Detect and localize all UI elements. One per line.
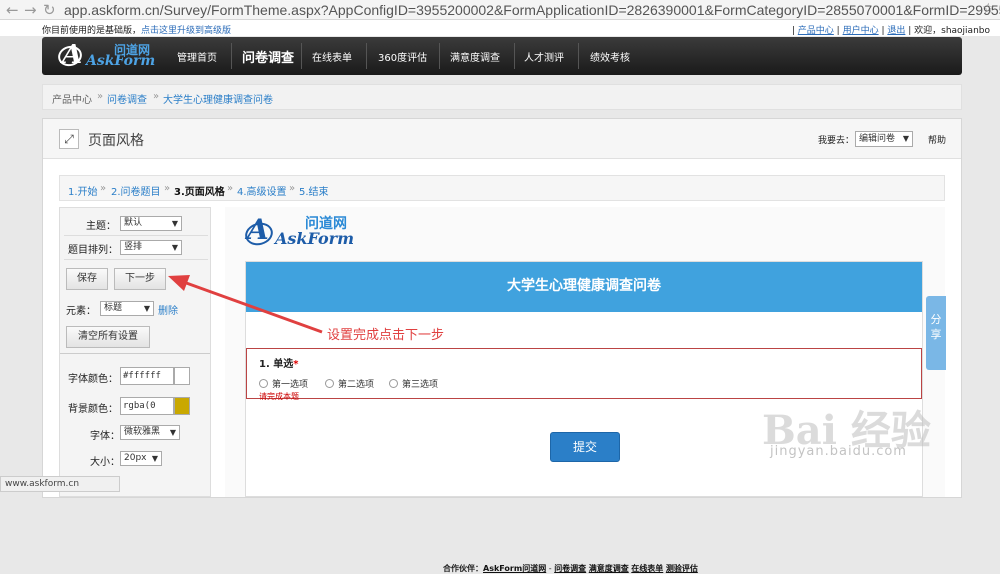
- main-nav: A 问道网 AskForm 管理首页 问卷调查 在线表单 360度评估 满意度调…: [42, 37, 962, 75]
- chevron-down-icon: ▼: [169, 428, 176, 437]
- plan-notice: 你目前使用的是基础版，: [42, 26, 142, 36]
- back-arrow-icon[interactable]: ←: [6, 1, 19, 19]
- notice-bar: 你目前使用的是基础版，点击这里升级到高级版 | 产品中心 | 用户中心 | 退出…: [0, 20, 1000, 36]
- breadcrumb: 产品中心 » 问卷调查 » 大学生心理健康调查问卷: [42, 84, 962, 110]
- status-bar: www.askform.cn: [0, 476, 120, 492]
- next-step-button[interactable]: 下一步: [114, 268, 166, 290]
- step-bar: 1.开始 » 2.问卷题目 » 3.页面风格 » 4.高级设置 » 5.结束: [59, 175, 945, 201]
- delete-link[interactable]: 删除: [158, 302, 178, 317]
- chevron-down-icon: ▼: [171, 243, 178, 252]
- step-questions[interactable]: 2.问卷题目: [111, 183, 161, 198]
- partner-link[interactable]: AskForm问道网: [483, 564, 546, 573]
- theme-select[interactable]: 默认 ▼: [120, 216, 182, 231]
- logo-mark: A: [247, 213, 269, 246]
- question-title: 1. 单选*: [259, 359, 299, 370]
- goto-label: 我要去：: [818, 136, 855, 146]
- forward-arrow-icon[interactable]: →: [24, 1, 37, 19]
- option-2[interactable]: 第二选项: [325, 377, 374, 390]
- layout-select[interactable]: 竖排 ▼: [120, 240, 182, 255]
- chevron-down-icon: ▼: [171, 219, 178, 228]
- radio-icon: [259, 379, 268, 388]
- survey-title-banner[interactable]: 大学生心理健康调查问卷: [246, 262, 922, 312]
- partner-link[interactable]: 问卷调查: [554, 564, 586, 573]
- required-mark: *: [293, 359, 299, 370]
- step-start[interactable]: 1.开始: [68, 183, 98, 198]
- browser-toolbar: ← → ↻ app.askform.cn/Survey/FormTheme.as…: [0, 0, 1000, 20]
- logo-en: AskForm: [86, 53, 156, 69]
- logout-link[interactable]: 退出: [887, 26, 905, 36]
- goto-select[interactable]: 编辑问卷 ▼: [855, 131, 913, 147]
- element-label: 元素：: [66, 306, 96, 317]
- nav-satisfaction[interactable]: 满意度调查: [450, 49, 500, 64]
- share-tab[interactable]: 分享: [926, 296, 946, 370]
- user-center-link[interactable]: 用户中心: [843, 26, 879, 36]
- upgrade-link[interactable]: 点击这里升级到高级版: [141, 26, 231, 36]
- panel-header: ⤢ 页面风格 我要去： 编辑问卷 ▼ 帮助: [43, 119, 961, 159]
- step-end[interactable]: 5.结束: [299, 183, 329, 198]
- font-select[interactable]: 微软雅黑 ▼: [120, 425, 180, 440]
- font-color-label: 字体颜色：: [68, 374, 118, 385]
- nav-performance[interactable]: 绩效考核: [590, 49, 630, 64]
- nav-survey[interactable]: 问卷调查: [242, 47, 294, 66]
- partner-link[interactable]: 测验评估: [666, 564, 698, 573]
- annotation-text: 设置完成点击下一步: [327, 328, 445, 343]
- partner-link[interactable]: 满意度调查: [589, 564, 629, 573]
- step-page-style: 3.页面风格: [174, 187, 225, 198]
- partner-link[interactable]: 在线表单: [631, 564, 663, 573]
- address-bar[interactable]: app.askform.cn/Survey/FormTheme.aspx?App…: [64, 1, 1000, 19]
- reload-icon[interactable]: ↻: [43, 1, 56, 19]
- font-label: 字体：: [90, 431, 120, 442]
- step-advanced[interactable]: 4.高级设置: [237, 183, 287, 198]
- error-message: 请完成本题: [259, 392, 299, 401]
- welcome-text: 欢迎，shaojianbo: [914, 26, 990, 36]
- size-label: 大小：: [90, 457, 120, 468]
- crumb-survey[interactable]: 问卷调查: [107, 91, 147, 106]
- fullscreen-icon[interactable]: ⤢: [59, 129, 79, 149]
- page-title: 页面风格: [88, 133, 144, 149]
- question-block[interactable]: 1. 单选* 第一选项 第二选项 第三选项 请完成本题: [246, 348, 922, 401]
- option-1[interactable]: 第一选项: [259, 377, 308, 390]
- survey-form: 大学生心理健康调查问卷 1. 单选* 第一选项 第二选项 第三选项 请完成本题 …: [245, 261, 923, 497]
- option-3[interactable]: 第三选项: [389, 377, 438, 390]
- nav-online-form[interactable]: 在线表单: [312, 49, 352, 64]
- chevron-down-icon: ▼: [151, 454, 158, 463]
- chevron-down-icon: ▼: [902, 134, 909, 143]
- nav-home[interactable]: 管理首页: [177, 49, 217, 64]
- bg-color-label: 背景颜色：: [68, 404, 118, 415]
- nav-talent[interactable]: 人才测评: [524, 49, 564, 64]
- size-select[interactable]: 20px ▼: [120, 451, 162, 466]
- logo-en: AskForm: [275, 229, 355, 248]
- bookmark-star-icon[interactable]: ☆: [982, 1, 995, 17]
- logo-mark: A: [62, 40, 83, 70]
- element-select[interactable]: 标题 ▼: [100, 301, 154, 316]
- chevron-down-icon: ▼: [143, 304, 150, 313]
- layout-label: 题目排列：: [68, 245, 118, 256]
- font-color-input[interactable]: #ffffff: [120, 367, 174, 385]
- crumb-current[interactable]: 大学生心理健康调查问卷: [163, 91, 273, 106]
- save-button[interactable]: 保存: [66, 268, 108, 290]
- partner-footer: 合作伙伴：AskForm问道网 - 问卷调查 满意度调查 在线表单 测验评估: [443, 564, 698, 573]
- nav-360-eval[interactable]: 360度评估: [378, 49, 427, 64]
- clear-all-button[interactable]: 清空所有设置: [66, 326, 150, 348]
- product-center-link[interactable]: 产品中心: [798, 26, 834, 36]
- bg-color-input[interactable]: rgba(0: [120, 397, 174, 415]
- radio-icon: [325, 379, 334, 388]
- font-color-swatch[interactable]: [174, 367, 190, 385]
- help-link[interactable]: 帮助: [928, 133, 946, 146]
- bg-color-swatch[interactable]: [174, 397, 190, 415]
- theme-label: 主题：: [86, 221, 116, 232]
- submit-button[interactable]: 提交: [550, 432, 620, 462]
- baidu-watermark-url: jingyan.baidu.com: [770, 444, 907, 459]
- settings-sidebar: 主题： 默认 ▼ 题目排列： 竖排 ▼ 保存 下一步 元素： 标题 ▼ 删除 清空所有…: [59, 207, 211, 497]
- crumb-product[interactable]: 产品中心: [52, 91, 92, 106]
- radio-icon: [389, 379, 398, 388]
